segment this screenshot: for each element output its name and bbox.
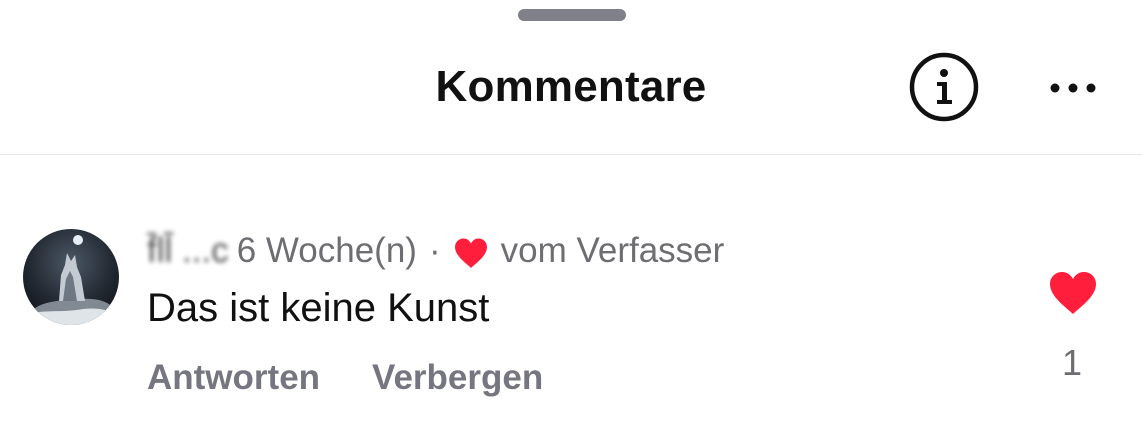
author-like-label: vom Verfasser (500, 231, 725, 270)
author-heart-icon (454, 238, 487, 268)
sheet-header: Kommentare (0, 0, 1142, 155)
comment-actions: Antworten Verbergen (147, 358, 543, 398)
meta-separator: · (428, 231, 441, 270)
like-button[interactable] (1048, 270, 1098, 316)
comment-meta: f̄ll̄ ...c 6 Woche(n) · vom Verfasser (147, 229, 724, 273)
reply-button[interactable]: Antworten (147, 358, 320, 398)
hide-button[interactable]: Verbergen (372, 358, 543, 398)
comment-username[interactable]: f̄ll̄ ...c (147, 231, 229, 271)
info-button[interactable] (909, 52, 979, 122)
comment-text: Das ist keine Kunst (147, 286, 490, 330)
info-circle-icon (909, 52, 979, 122)
ellipsis-icon (1050, 83, 1096, 93)
like-count: 1 (1061, 342, 1083, 383)
avatar[interactable] (23, 229, 119, 325)
heart-filled-icon (1050, 272, 1096, 314)
wolf-avatar-image (23, 229, 119, 325)
more-options-button[interactable] (1046, 74, 1102, 102)
comment-age: 6 Woche(n) (236, 231, 417, 270)
